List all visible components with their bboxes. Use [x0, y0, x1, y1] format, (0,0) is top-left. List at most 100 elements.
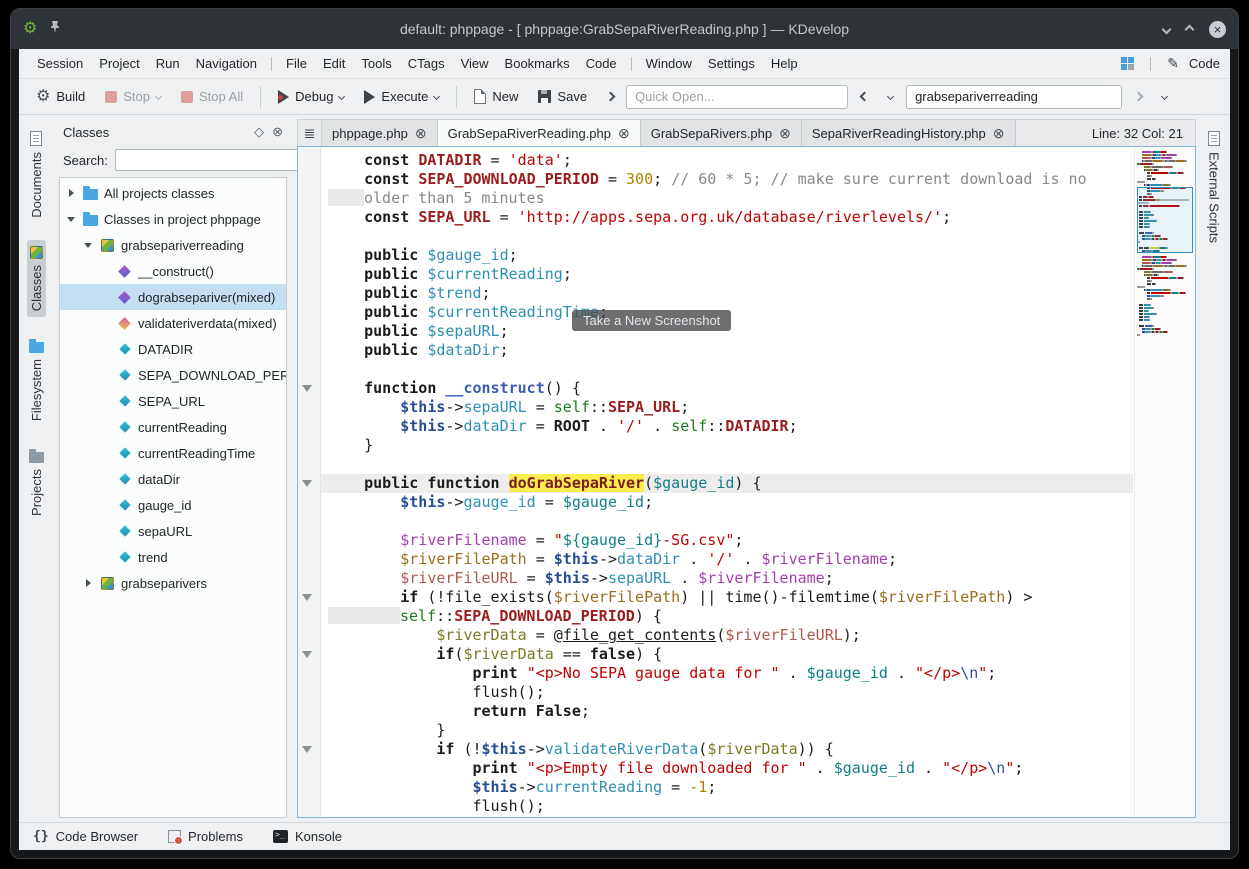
fold-marker-icon[interactable] [302, 746, 312, 753]
debug-button[interactable]: Debug [271, 85, 351, 108]
menu-file[interactable]: File [278, 52, 315, 75]
code-line[interactable]: print "<p>No SEPA gauge data for " . $ga… [321, 664, 1133, 683]
code-line[interactable]: if (!file_exists($riverFilePath) || time… [321, 588, 1133, 607]
working-area-switcher[interactable]: Code [1189, 56, 1220, 71]
code-editor[interactable]: const DATADIR = 'data'; const SEPA_DOWNL… [297, 146, 1196, 818]
toolview-konsole[interactable]: Konsole [273, 829, 342, 844]
quickopen-previous-button[interactable] [854, 85, 874, 109]
tree-item[interactable]: __construct() [60, 258, 286, 284]
code-line[interactable]: public $gauge_id; [321, 246, 1133, 265]
editor-tab[interactable]: SepaRiverReadingHistory.php⊗ [802, 120, 1016, 146]
fold-marker-icon[interactable] [302, 594, 312, 601]
code-line[interactable]: public $currentReadingTime; [321, 303, 1133, 322]
quickopen-search-input[interactable] [906, 85, 1122, 109]
tree-item[interactable]: DATADIR [60, 336, 286, 362]
quick-open-input[interactable] [626, 85, 848, 109]
code-line[interactable] [321, 360, 1133, 379]
quickopen-next-button[interactable] [1128, 85, 1148, 109]
code-line[interactable] [321, 512, 1133, 531]
menu-bookmarks[interactable]: Bookmarks [497, 52, 578, 75]
fold-marker-icon[interactable] [302, 385, 312, 392]
toolview-code-browser[interactable]: {}Code Browser [33, 829, 138, 844]
tree-item[interactable]: grabseparivers [60, 570, 286, 596]
tree-item[interactable]: grabsepariverreading [60, 232, 286, 258]
quickopen-dropdown-button[interactable] [880, 85, 900, 109]
dock-tab-documents[interactable]: Documents [27, 125, 46, 224]
dock-tab-classes[interactable]: Classes [27, 240, 46, 317]
code-line[interactable]: function __construct() { [321, 379, 1133, 398]
pin-icon[interactable] [49, 20, 61, 39]
tree-item[interactable]: SEPA_URL [60, 388, 286, 414]
detach-toolview-icon[interactable]: ◇ [254, 124, 264, 140]
code-line[interactable]: self::SEPA_DOWNLOAD_PERIOD) { [321, 607, 1133, 626]
dock-tab-external-scripts[interactable]: External Scripts [1205, 125, 1224, 249]
quickopen-list-dropdown-button[interactable] [1154, 85, 1174, 109]
code-line[interactable]: } [321, 721, 1133, 740]
tab-close-icon[interactable]: ⊗ [415, 126, 427, 140]
fold-marker-icon[interactable] [302, 480, 312, 487]
menu-ctags[interactable]: CTags [400, 52, 453, 75]
dock-tab-filesystem[interactable]: Filesystem [27, 333, 46, 427]
menu-session[interactable]: Session [29, 52, 91, 75]
code-line[interactable]: public function doGrabSepaRiver($gauge_i… [321, 474, 1133, 493]
expander-icon[interactable] [83, 578, 94, 589]
menu-help[interactable]: Help [763, 52, 806, 75]
code-line[interactable]: $this->sepaURL = self::SEPA_URL; [321, 398, 1133, 417]
code-line[interactable]: $this->gauge_id = $gauge_id; [321, 493, 1133, 512]
toolbar-extension-button[interactable] [600, 85, 620, 109]
code-line[interactable]: $riverFilename = "${gauge_id}-SG.csv"; [321, 531, 1133, 550]
build-button[interactable]: ⚙ Build [29, 85, 92, 109]
tab-close-icon[interactable]: ⊗ [993, 126, 1005, 140]
stop-all-button[interactable]: Stop All [174, 85, 250, 108]
code-line[interactable]: flush(); [321, 797, 1133, 816]
tree-item[interactable]: Classes in project phppage [60, 206, 286, 232]
area-grid-icon[interactable] [1121, 57, 1134, 70]
code-line[interactable]: const SEPA_URL = 'http://apps.sepa.org.u… [321, 208, 1133, 227]
minimap-viewport[interactable] [1137, 187, 1193, 253]
menu-edit[interactable]: Edit [315, 52, 353, 75]
tree-item[interactable]: dograbsepariver(mixed) [60, 284, 286, 310]
code-line[interactable]: if (!$this->validateRiverData($riverData… [321, 740, 1133, 759]
code-line[interactable]: return False; [321, 702, 1133, 721]
code-line[interactable]: if($riverData == false) { [321, 645, 1133, 664]
tree-item[interactable]: trend [60, 544, 286, 570]
code-line[interactable]: public $sepaURL; [321, 322, 1133, 341]
code-line[interactable]: const SEPA_DOWNLOAD_PERIOD = 300; // 60 … [321, 170, 1133, 189]
tree-item[interactable]: sepaURL [60, 518, 286, 544]
close-button[interactable]: × [1209, 21, 1226, 38]
tree-item[interactable]: dataDir [60, 466, 286, 492]
close-toolview-icon[interactable]: ⊗ [272, 124, 283, 140]
code-line[interactable]: $riverData = @file_get_contents($riverFi… [321, 626, 1133, 645]
tree-item[interactable]: currentReading [60, 414, 286, 440]
tab-close-icon[interactable]: ⊗ [618, 126, 630, 140]
code-line[interactable]: older than 5 minutes [321, 189, 1133, 208]
tree-item[interactable]: gauge_id [60, 492, 286, 518]
code-line[interactable] [321, 455, 1133, 474]
minimap-scrollbar[interactable] [1134, 147, 1195, 817]
code-line[interactable]: print "<p>Empty file downloaded for " . … [321, 759, 1133, 778]
editor-tab[interactable]: GrabSepaRivers.php⊗ [641, 120, 802, 146]
tree-item[interactable]: All projects classes [60, 180, 286, 206]
code-line[interactable]: flush(); [321, 683, 1133, 702]
tree-item[interactable]: SEPA_DOWNLOAD_PERIOD [60, 362, 286, 388]
tab-close-icon[interactable]: ⊗ [779, 126, 791, 140]
titlebar[interactable]: ⚙ default: phppage - [ phppage:GrabSepaR… [11, 9, 1238, 49]
menu-run[interactable]: Run [148, 52, 188, 75]
code-line[interactable]: const DATADIR = 'data'; [321, 151, 1133, 170]
code-line[interactable]: public $trend; [321, 284, 1133, 303]
code-area[interactable]: const DATADIR = 'data'; const SEPA_DOWNL… [298, 147, 1133, 817]
expander-icon[interactable] [66, 214, 77, 225]
classes-search-input[interactable] [115, 149, 305, 171]
code-line[interactable]: } [321, 436, 1133, 455]
menu-navigation[interactable]: Navigation [188, 52, 265, 75]
tree-item[interactable]: validateriverdata(mixed) [60, 310, 286, 336]
toolview-problems[interactable]: Problems [168, 829, 243, 844]
code-line[interactable]: public $dataDir; [321, 341, 1133, 360]
code-line[interactable]: $riverFileURL = $this->sepaURL . $riverF… [321, 569, 1133, 588]
tree-item[interactable]: currentReadingTime [60, 440, 286, 466]
menu-window[interactable]: Window [638, 52, 700, 75]
menu-settings[interactable]: Settings [700, 52, 763, 75]
maximize-button[interactable] [1185, 24, 1195, 34]
document-list-icon[interactable]: ≣ [298, 120, 322, 146]
code-line[interactable]: $riverFilePath = $this->dataDir . '/' . … [321, 550, 1133, 569]
